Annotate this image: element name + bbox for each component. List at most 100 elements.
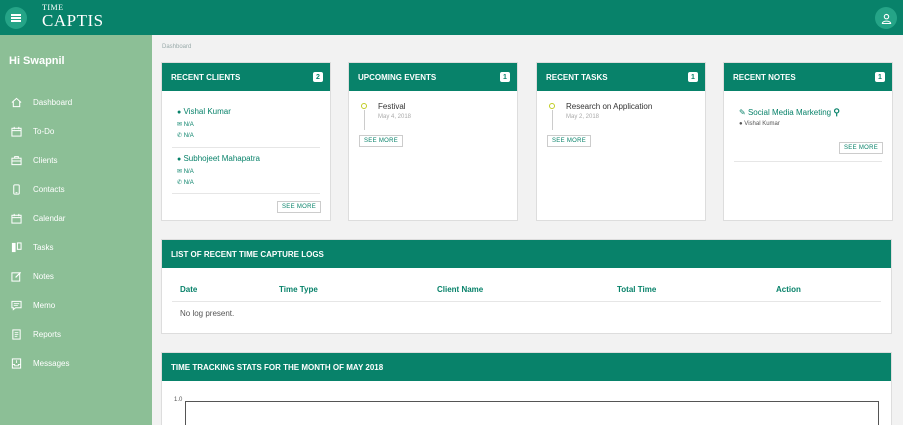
columns-icon [11, 241, 22, 253]
user-menu-button[interactable] [875, 7, 897, 29]
edit-icon: ✎ [739, 108, 746, 117]
app-logo[interactable]: TIME CAPTIS [42, 4, 104, 30]
sidebar-item-calendar[interactable]: Calendar [0, 207, 152, 229]
column-header-client-name[interactable]: Client Name [437, 285, 483, 294]
sidebar-item-dashboard[interactable]: Dashboard [0, 91, 152, 113]
timeline-dot-icon [549, 103, 555, 109]
user-icon: ● [177, 156, 182, 163]
report-icon [11, 328, 22, 340]
recent-clients-card: RECENT CLIENTS 2 ● Vishal Kumar ✉ N/A ✆ … [161, 62, 331, 221]
empty-message: No log present. [180, 309, 235, 318]
time-stats-card: TIME TRACKING STATS FOR THE MONTH OF MAY… [161, 352, 892, 425]
divider [172, 193, 320, 194]
sidebar-item-label: Contacts [33, 184, 65, 194]
card-header: RECENT TASKS 1 [537, 63, 705, 91]
home-icon [11, 97, 22, 108]
timeline-line [364, 110, 365, 130]
sidebar-item-label: Calendar [33, 213, 66, 223]
client-phone: ✆ N/A [177, 179, 194, 186]
sidebar-item-todo[interactable]: To-Do [0, 120, 152, 142]
count-badge: 1 [875, 72, 885, 82]
count-badge: 2 [313, 72, 323, 82]
card-title: RECENT NOTES [733, 72, 796, 82]
note-author: ● Vishal Kumar [739, 121, 780, 127]
author-name: Vishal Kumar [744, 121, 780, 127]
task-title[interactable]: Research on Application [566, 102, 652, 111]
top-bar: TIME CAPTIS [0, 0, 903, 35]
client-email: ✉ N/A [177, 121, 194, 128]
breadcrumb[interactable]: Dashboard [162, 44, 191, 50]
task-date: May 2, 2018 [566, 114, 600, 120]
briefcase-icon [11, 155, 22, 166]
sidebar-item-label: To-Do [33, 126, 55, 136]
upcoming-events-card: UPCOMING EVENTS 1 Festival May 4, 2018 S… [348, 62, 518, 221]
search-icon[interactable]: ⚲ [833, 107, 840, 117]
note-title: Social Media Marketing [747, 108, 832, 117]
sidebar-item-label: Notes [33, 271, 54, 281]
inbox-icon [11, 357, 22, 369]
count-badge: 1 [500, 72, 510, 82]
recent-tasks-card: RECENT TASKS 1 Research on Application M… [536, 62, 706, 221]
envelope-icon: ✉ [177, 169, 183, 175]
phone-icon [11, 183, 22, 195]
email-value: N/A [183, 122, 194, 128]
event-date: May 4, 2018 [378, 114, 412, 120]
sidebar-item-memo[interactable]: Memo [0, 294, 152, 316]
column-header-time-type[interactable]: Time Type [279, 285, 318, 294]
column-header-total-time[interactable]: Total Time [617, 285, 656, 294]
message-icon [11, 300, 22, 311]
see-more-button[interactable]: SEE MORE [839, 142, 884, 154]
sidebar-item-messages[interactable]: Messages [0, 352, 152, 374]
sidebar-item-label: Reports [33, 329, 62, 339]
menu-button[interactable] [5, 7, 27, 29]
envelope-icon: ✉ [177, 122, 183, 128]
card-title: RECENT TASKS [546, 72, 608, 82]
y-axis-tick: 1.0 [174, 397, 183, 403]
divider [172, 147, 320, 148]
timeline-dot-icon [361, 103, 367, 109]
sidebar-item-clients[interactable]: Clients [0, 149, 152, 171]
client-email: ✉ N/A [177, 168, 194, 175]
card-title: LIST OF RECENT TIME CAPTURE LOGS [171, 249, 324, 259]
edit-icon [11, 271, 22, 282]
divider [734, 161, 882, 162]
note-link[interactable]: ✎ Social Media Marketing ⚲ [739, 107, 840, 118]
client-link[interactable]: ● Vishal Kumar [177, 107, 231, 116]
event-title[interactable]: Festival [378, 102, 406, 111]
see-more-button[interactable]: SEE MORE [547, 135, 592, 147]
card-title: TIME TRACKING STATS FOR THE MONTH OF MAY… [171, 362, 384, 372]
phone-icon: ✆ [177, 133, 183, 139]
client-phone: ✆ N/A [177, 132, 194, 139]
card-title: RECENT CLIENTS [171, 72, 241, 82]
see-more-button[interactable]: SEE MORE [277, 201, 322, 213]
see-more-button[interactable]: SEE MORE [359, 135, 404, 147]
user-icon [881, 13, 891, 24]
logo-bottom-text: CAPTIS [42, 11, 104, 30]
sidebar-item-contacts[interactable]: Contacts [0, 178, 152, 200]
client-name: Subhojeet Mahapatra [183, 154, 260, 163]
sidebar-item-label: Tasks [33, 242, 54, 252]
sidebar-item-notes[interactable]: Notes [0, 265, 152, 287]
card-header: LIST OF RECENT TIME CAPTURE LOGS [162, 240, 891, 268]
sidebar-item-label: Memo [33, 300, 56, 310]
card-header: TIME TRACKING STATS FOR THE MONTH OF MAY… [162, 353, 891, 381]
client-link[interactable]: ● Subhojeet Mahapatra [177, 154, 260, 163]
phone-value: N/A [183, 133, 194, 139]
column-header-action[interactable]: Action [776, 285, 801, 294]
phone-icon: ✆ [177, 180, 183, 186]
card-title: UPCOMING EVENTS [358, 72, 437, 82]
card-header: UPCOMING EVENTS 1 [349, 63, 517, 91]
count-badge: 1 [688, 72, 698, 82]
client-name: Vishal Kumar [183, 107, 231, 116]
sidebar-item-label: Messages [33, 358, 70, 368]
phone-value: N/A [183, 180, 194, 186]
sidebar-item-label: Clients [33, 155, 58, 165]
email-value: N/A [183, 169, 194, 175]
sidebar-item-reports[interactable]: Reports [0, 323, 152, 345]
calendar-icon [11, 213, 22, 224]
stats-chart-area [185, 401, 879, 425]
sidebar-item-tasks[interactable]: Tasks [0, 236, 152, 258]
timeline-line [552, 110, 553, 130]
column-header-date[interactable]: Date [180, 285, 197, 294]
hamburger-icon [11, 14, 21, 22]
